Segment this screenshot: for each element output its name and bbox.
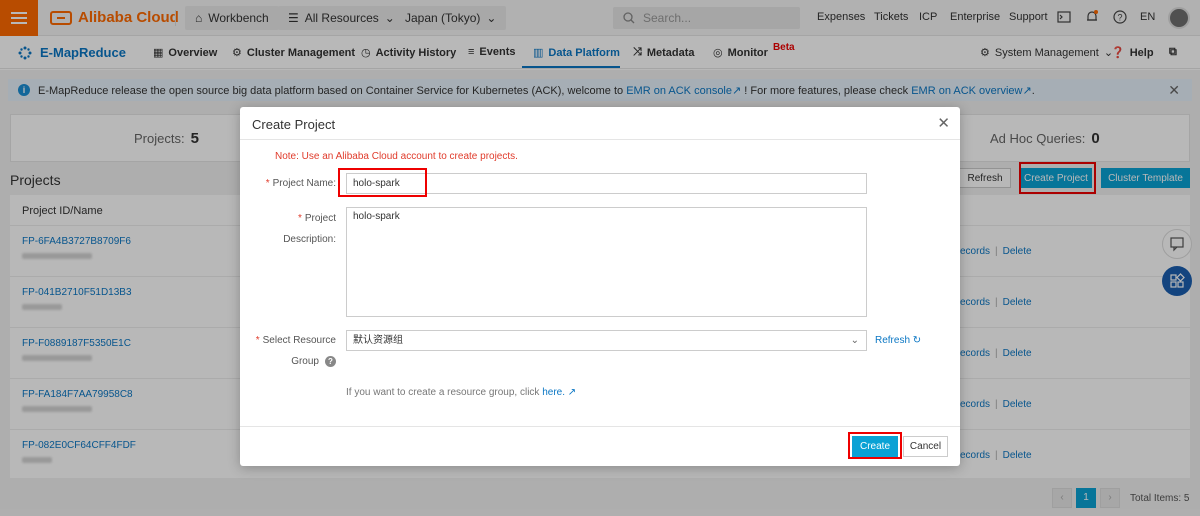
resource-group-label-2: Group? — [250, 351, 336, 372]
chevron-down-icon: ⌄ — [850, 335, 859, 346]
resource-group-refresh[interactable]: Refresh ↻ — [875, 335, 921, 346]
create-project-dialog: Create Project ✕ Note: Use an Alibaba Cl… — [240, 107, 960, 466]
help-icon[interactable]: ? — [325, 356, 336, 367]
refresh-icon: ↻ — [912, 335, 922, 346]
external-link-icon: ↗ — [567, 387, 577, 398]
project-description-textarea[interactable]: holo-spark — [346, 207, 867, 317]
project-description-label-2: Description: — [283, 234, 336, 245]
create-resource-group-link[interactable]: here. — [542, 387, 565, 398]
account-note: Note: Use an Alibaba Cloud account to cr… — [275, 151, 518, 162]
highlight-box — [338, 168, 427, 197]
resource-group-select[interactable]: 默认资源组 ⌄ — [346, 330, 867, 351]
resource-group-label: * Select Resource — [255, 335, 336, 346]
cancel-button[interactable]: Cancel — [903, 436, 948, 457]
highlight-box — [848, 432, 902, 459]
project-name-label: * Project Name: — [265, 178, 336, 189]
dialog-title: Create Project — [252, 117, 336, 132]
close-icon[interactable]: ✕ — [937, 114, 950, 132]
resource-group-hint: If you want to create a resource group, … — [346, 387, 577, 398]
project-description-label: * Project — [297, 213, 336, 224]
